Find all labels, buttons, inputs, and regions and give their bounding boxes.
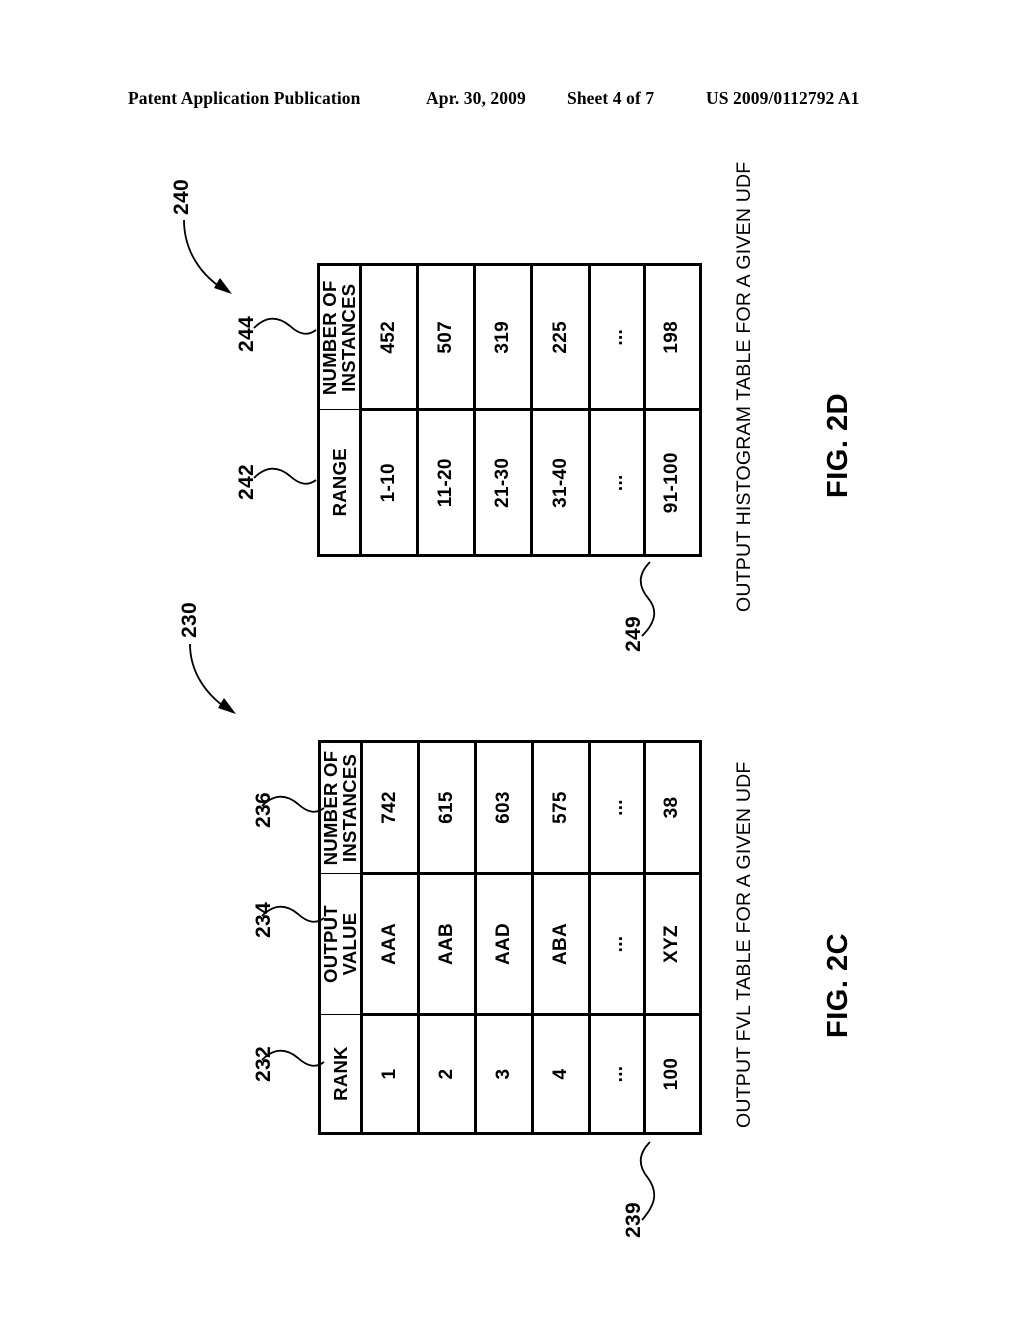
- table-row: 1-10 452: [360, 264, 418, 556]
- figure-label-2d: FIG. 2D: [822, 392, 854, 498]
- fvl-table-caption: OUTPUT FVL TABLE FOR A GIVEN UDF: [733, 761, 755, 1128]
- figure-label-2c: FIG. 2C: [822, 932, 854, 1038]
- cell-instances: 603: [475, 741, 533, 874]
- cell-output-value: XYZ: [644, 873, 701, 1015]
- table-row-ellipsis: ... ...: [589, 264, 645, 556]
- cell-rank: 4: [532, 1014, 590, 1134]
- cell-rank: 100: [644, 1014, 701, 1134]
- cell-instances: 742: [361, 741, 419, 874]
- cell-instances: 452: [360, 264, 418, 410]
- leader-line-236: [261, 795, 325, 813]
- leader-line-242: [253, 467, 317, 485]
- leader-arrow-230: [189, 643, 236, 714]
- cell-rank: 1: [361, 1014, 419, 1134]
- cell-instances: ...: [589, 741, 645, 874]
- leader-line-239: [639, 1141, 656, 1221]
- cell-instances: 198: [644, 264, 701, 410]
- cell-range: 91-100: [644, 410, 701, 556]
- cell-range: 11-20: [417, 410, 475, 556]
- leader-line-232: [261, 1049, 325, 1067]
- cell-instances: 615: [418, 741, 476, 874]
- output-histogram-table: RANGE NUMBER OF INSTANCES 1-10 452 11-20 …: [317, 263, 702, 557]
- cell-output-value: AAD: [475, 873, 533, 1015]
- table-row-ellipsis: ... ... ...: [589, 741, 645, 1134]
- fvl-table-wrapper: RANK OUTPUT VALUE NUMBER OF INSTANCES 1 AA…: [318, 740, 702, 1135]
- cell-instances: 319: [474, 264, 532, 410]
- histogram-table-wrapper: RANGE NUMBER OF INSTANCES 1-10 452 11-20 …: [317, 263, 702, 557]
- table-row: 1 AAA 742: [361, 741, 419, 1134]
- figure-drawing-area: RANGE NUMBER OF INSTANCES 1-10 452 11-20 …: [0, 0, 1024, 1320]
- cell-range: 21-30: [474, 410, 532, 556]
- column-header-output-value: OUTPUT VALUE: [319, 873, 362, 1015]
- cell-range: 31-40: [531, 410, 590, 556]
- cell-instances: 575: [532, 741, 590, 874]
- cell-instances: ...: [589, 264, 645, 410]
- cell-output-value: ABA: [532, 873, 590, 1015]
- table-row: 3 AAD 603: [475, 741, 533, 1134]
- cell-output-value: AAB: [418, 873, 476, 1015]
- table-row: 2 AAB 615: [418, 741, 476, 1134]
- table-row: 4 ABA 575: [532, 741, 590, 1134]
- table-row: 91-100 198: [644, 264, 701, 556]
- output-fvl-table: RANK OUTPUT VALUE NUMBER OF INSTANCES 1 AA…: [318, 740, 702, 1135]
- cell-instances: 38: [644, 741, 701, 874]
- table-row: 11-20 507: [417, 264, 475, 556]
- histogram-table-caption: OUTPUT HISTOGRAM TABLE FOR A GIVEN UDF: [733, 161, 755, 612]
- cell-rank: 3: [475, 1014, 533, 1134]
- cell-instances: 225: [531, 264, 590, 410]
- cell-output-value: AAA: [361, 873, 419, 1015]
- leader-line-249: [639, 561, 656, 637]
- leader-line-234: [261, 905, 325, 923]
- table-row: 100 XYZ 38: [644, 741, 701, 1134]
- table-header-row: RANGE NUMBER OF INSTANCES: [318, 264, 361, 556]
- cell-rank: 2: [418, 1014, 476, 1134]
- table-row: 21-30 319: [474, 264, 532, 556]
- cell-range: 1-10: [360, 410, 418, 556]
- cell-rank: ...: [589, 1014, 645, 1134]
- leader-line-244: [253, 317, 317, 335]
- cell-range: ...: [589, 410, 645, 556]
- cell-instances: 507: [417, 264, 475, 410]
- cell-output-value: ...: [589, 873, 645, 1015]
- table-row: 31-40 225: [531, 264, 590, 556]
